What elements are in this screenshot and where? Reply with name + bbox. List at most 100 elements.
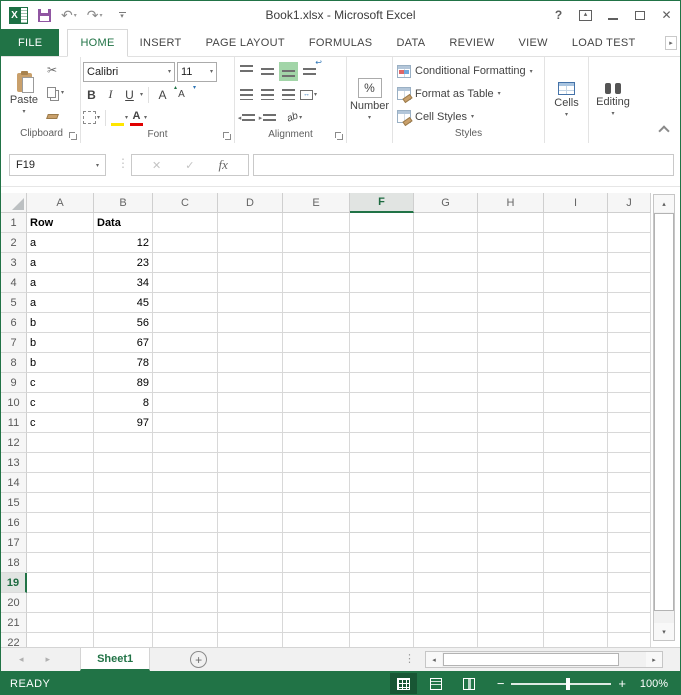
- cells-button[interactable]: Cells ▾: [547, 60, 586, 143]
- cell-C1[interactable]: [153, 213, 218, 233]
- row-header-10[interactable]: 10: [1, 393, 27, 413]
- cell-A6[interactable]: b: [27, 313, 94, 333]
- cell-A7[interactable]: b: [27, 333, 94, 353]
- cell-I10[interactable]: [544, 393, 608, 413]
- cell-E9[interactable]: [283, 373, 350, 393]
- cell-A9[interactable]: c: [27, 373, 94, 393]
- cell-D20[interactable]: [218, 593, 283, 613]
- cell-I22[interactable]: [544, 633, 608, 647]
- cell-D9[interactable]: [218, 373, 283, 393]
- cell-I8[interactable]: [544, 353, 608, 373]
- cell-J1[interactable]: [608, 213, 651, 233]
- cell-E2[interactable]: [283, 233, 350, 253]
- cell-B2[interactable]: 12: [94, 233, 153, 253]
- cell-C20[interactable]: [153, 593, 218, 613]
- zoom-slider-thumb[interactable]: [566, 678, 570, 690]
- cell-F21[interactable]: [350, 613, 414, 633]
- cell-B5[interactable]: 45: [94, 293, 153, 313]
- row-header-13[interactable]: 13: [1, 453, 27, 473]
- cell-C22[interactable]: [153, 633, 218, 647]
- row-header-1[interactable]: 1: [1, 213, 27, 233]
- tab-insert[interactable]: INSERT: [128, 29, 194, 56]
- cut-button[interactable]: ✂: [47, 62, 64, 78]
- cell-C5[interactable]: [153, 293, 218, 313]
- cell-A13[interactable]: [27, 453, 94, 473]
- number-format-button[interactable]: % Number ▾: [349, 60, 390, 143]
- cell-B15[interactable]: [94, 493, 153, 513]
- cell-G13[interactable]: [414, 453, 478, 473]
- number-dropdown-icon[interactable]: ▾: [368, 114, 371, 121]
- font-color-button[interactable]: A▾: [130, 111, 147, 124]
- cell-I15[interactable]: [544, 493, 608, 513]
- cell-E5[interactable]: [283, 293, 350, 313]
- cell-A17[interactable]: [27, 533, 94, 553]
- cell-B1[interactable]: Data: [94, 213, 153, 233]
- collapse-ribbon-button[interactable]: [658, 125, 669, 136]
- cell-F4[interactable]: [350, 273, 414, 293]
- cell-H16[interactable]: [478, 513, 544, 533]
- cell-E14[interactable]: [283, 473, 350, 493]
- cancel-icon[interactable]: ✕: [152, 159, 161, 172]
- increase-font-size-button[interactable]: A▴: [154, 85, 171, 104]
- format-painter-button[interactable]: [47, 106, 64, 122]
- cell-B3[interactable]: 23: [94, 253, 153, 273]
- row-header-9[interactable]: 9: [1, 373, 27, 393]
- cell-A12[interactable]: [27, 433, 94, 453]
- cell-D7[interactable]: [218, 333, 283, 353]
- cell-B4[interactable]: 34: [94, 273, 153, 293]
- column-header-I[interactable]: I: [544, 193, 608, 213]
- font-name-combo[interactable]: Calibri▾: [83, 62, 175, 82]
- help-button[interactable]: ?: [545, 1, 572, 29]
- cell-I11[interactable]: [544, 413, 608, 433]
- editing-button[interactable]: Editing ▾: [591, 60, 635, 143]
- row-header-15[interactable]: 15: [1, 493, 27, 513]
- page-layout-view-button[interactable]: [423, 673, 450, 694]
- column-header-C[interactable]: C: [153, 193, 218, 213]
- row-header-6[interactable]: 6: [1, 313, 27, 333]
- cell-F15[interactable]: [350, 493, 414, 513]
- tab-overflow-button[interactable]: ▸: [665, 36, 677, 50]
- cell-D14[interactable]: [218, 473, 283, 493]
- cell-J16[interactable]: [608, 513, 651, 533]
- cell-D6[interactable]: [218, 313, 283, 333]
- zoom-level[interactable]: 100%: [632, 678, 668, 690]
- vertical-scrollbar[interactable]: ▴ ▾: [653, 194, 675, 641]
- cell-E21[interactable]: [283, 613, 350, 633]
- align-right-button[interactable]: [279, 85, 298, 104]
- scroll-left-button[interactable]: ◂: [426, 652, 442, 667]
- name-box[interactable]: F19 ▾: [9, 154, 106, 176]
- cell-A8[interactable]: b: [27, 353, 94, 373]
- cell-J3[interactable]: [608, 253, 651, 273]
- row-header-17[interactable]: 17: [1, 533, 27, 553]
- cell-A19[interactable]: [27, 573, 94, 593]
- cell-D3[interactable]: [218, 253, 283, 273]
- cell-A10[interactable]: c: [27, 393, 94, 413]
- borders-button[interactable]: ▾: [83, 111, 100, 124]
- cell-A3[interactable]: a: [27, 253, 94, 273]
- column-header-H[interactable]: H: [478, 193, 544, 213]
- cell-I2[interactable]: [544, 233, 608, 253]
- select-all-button[interactable]: [1, 193, 27, 213]
- cell-F13[interactable]: [350, 453, 414, 473]
- cell-H21[interactable]: [478, 613, 544, 633]
- cell-G7[interactable]: [414, 333, 478, 353]
- row-header-20[interactable]: 20: [1, 593, 27, 613]
- cell-G15[interactable]: [414, 493, 478, 513]
- cell-B12[interactable]: [94, 433, 153, 453]
- tab-view[interactable]: VIEW: [507, 29, 560, 56]
- row-header-19[interactable]: 19: [1, 573, 27, 593]
- tab-home[interactable]: HOME: [67, 29, 127, 57]
- cell-G14[interactable]: [414, 473, 478, 493]
- cell-F8[interactable]: [350, 353, 414, 373]
- scroll-down-button[interactable]: ▾: [654, 623, 674, 640]
- cell-H4[interactable]: [478, 273, 544, 293]
- cell-G3[interactable]: [414, 253, 478, 273]
- cell-A5[interactable]: a: [27, 293, 94, 313]
- cell-E15[interactable]: [283, 493, 350, 513]
- cell-J17[interactable]: [608, 533, 651, 553]
- cell-H10[interactable]: [478, 393, 544, 413]
- cell-B7[interactable]: 67: [94, 333, 153, 353]
- cell-D10[interactable]: [218, 393, 283, 413]
- cell-C16[interactable]: [153, 513, 218, 533]
- cell-H12[interactable]: [478, 433, 544, 453]
